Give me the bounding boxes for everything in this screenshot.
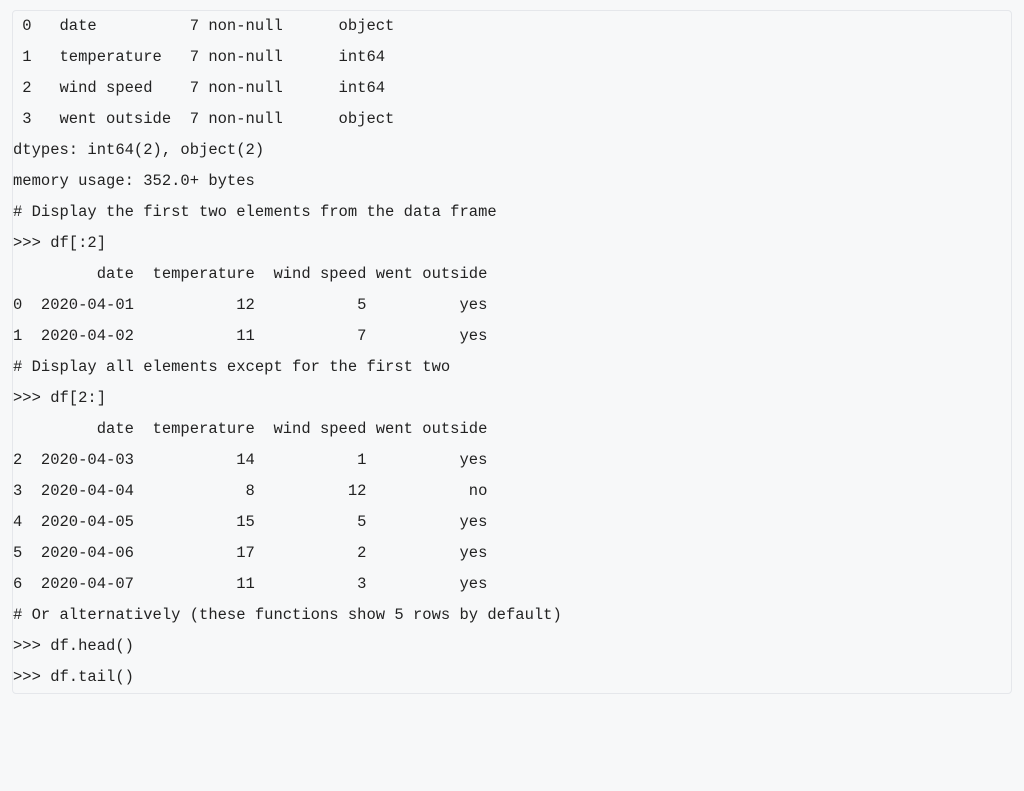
table-row: 3 2020-04-04 8 12 no bbox=[13, 476, 1011, 507]
prompt-df-tail-slice: >>> df[2:] bbox=[13, 383, 1011, 414]
info-row-1: 1 temperature 7 non-null int64 bbox=[13, 42, 1011, 73]
code-output-pre: 0 date 7 non-null object 1 temperature 7… bbox=[13, 11, 1011, 693]
table-row: 6 2020-04-07 11 3 yes bbox=[13, 569, 1011, 600]
table-row: 5 2020-04-06 17 2 yes bbox=[13, 538, 1011, 569]
prompt-df-head: >>> df.head() bbox=[13, 631, 1011, 662]
prompt-df-head-slice: >>> df[:2] bbox=[13, 228, 1011, 259]
table-row: 1 2020-04-02 11 7 yes bbox=[13, 321, 1011, 352]
prompt-df-tail: >>> df.tail() bbox=[13, 662, 1011, 693]
comment-except-first-two: # Display all elements except for the fi… bbox=[13, 352, 1011, 383]
info-row-3: 3 went outside 7 non-null object bbox=[13, 104, 1011, 135]
memory-usage: memory usage: 352.0+ bytes bbox=[13, 166, 1011, 197]
dtypes-summary: dtypes: int64(2), object(2) bbox=[13, 135, 1011, 166]
info-row-2: 2 wind speed 7 non-null int64 bbox=[13, 73, 1011, 104]
comment-alternatively: # Or alternatively (these functions show… bbox=[13, 600, 1011, 631]
comment-first-two: # Display the first two elements from th… bbox=[13, 197, 1011, 228]
table-row: 4 2020-04-05 15 5 yes bbox=[13, 507, 1011, 538]
table-row: 2 2020-04-03 14 1 yes bbox=[13, 445, 1011, 476]
table-header-1: date temperature wind speed went outside bbox=[13, 259, 1011, 290]
table-header-2: date temperature wind speed went outside bbox=[13, 414, 1011, 445]
code-output-block: 0 date 7 non-null object 1 temperature 7… bbox=[12, 10, 1012, 694]
table-row: 0 2020-04-01 12 5 yes bbox=[13, 290, 1011, 321]
info-row-0: 0 date 7 non-null object bbox=[13, 11, 1011, 42]
